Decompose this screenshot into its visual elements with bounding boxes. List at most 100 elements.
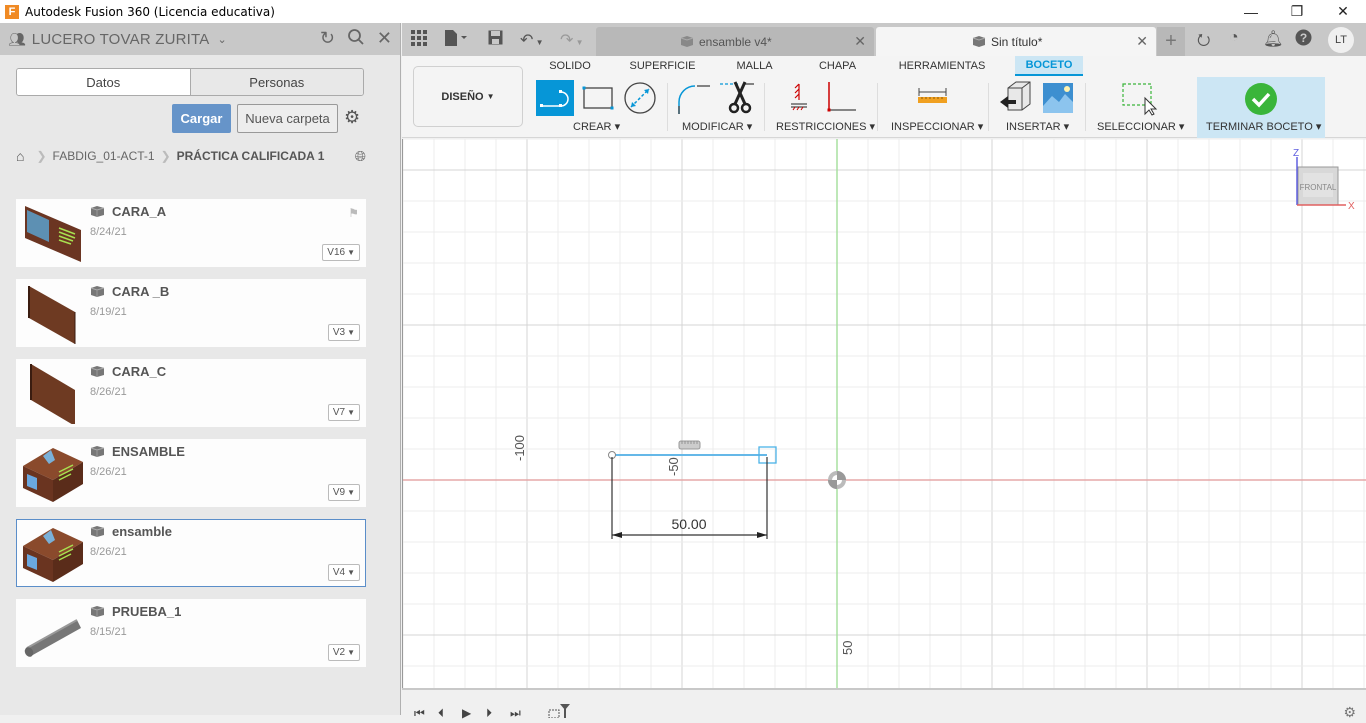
timeline-sketch-feature-icon[interactable]	[548, 704, 572, 723]
dimension-value[interactable]: 50.00	[671, 516, 706, 532]
save-icon[interactable]	[488, 30, 503, 50]
app-grid-icon[interactable]	[411, 30, 427, 51]
file-item[interactable]: ensamble 8/26/21 V4 ▼	[16, 519, 366, 587]
group-modificar[interactable]: MODIFICAR ▾	[682, 120, 752, 133]
search-icon[interactable]	[347, 28, 365, 51]
finish-sketch-icon-button[interactable]	[1242, 81, 1280, 117]
rectangle-tool-button[interactable]	[579, 80, 617, 116]
file-thumbnail[interactable]	[19, 282, 85, 344]
ribbon-tab-solido[interactable]: SOLIDO	[540, 56, 600, 76]
file-thumbnail[interactable]	[19, 442, 85, 504]
select-tool-button[interactable]	[1120, 80, 1158, 116]
tab-label: Sin título*	[991, 34, 1043, 49]
file-menu-icon[interactable]	[444, 30, 468, 51]
fillet-tool-button[interactable]	[676, 80, 714, 116]
group-crear[interactable]: CREAR ▾	[573, 120, 620, 133]
chevron-down-icon[interactable]: ⌄	[218, 33, 227, 46]
redo-icon[interactable]: ↷ ▼	[560, 30, 584, 50]
timeline-settings-gear-icon[interactable]: ⚙	[1343, 704, 1356, 721]
job-status-clock-icon[interactable]: ◔	[1229, 29, 1239, 47]
trim-tool-button[interactable]	[718, 80, 756, 116]
horizontal-constraint-glyph-icon[interactable]	[678, 440, 701, 450]
timeline-next-button[interactable]: ⏵	[486, 706, 492, 721]
group-terminar-boceto[interactable]: TERMINAR BOCETO ▾	[1206, 120, 1321, 133]
workspace-selector[interactable]: DISEÑO ▼	[413, 66, 523, 127]
group-restricciones[interactable]: RESTRICCIONES ▾	[776, 120, 875, 133]
file-thumbnail[interactable]	[19, 602, 85, 664]
file-item[interactable]: PRUEBA_1 8/15/21 V2 ▼	[16, 599, 366, 667]
measure-tool-button[interactable]	[914, 80, 952, 116]
sketch-canvas[interactable]: -100 -50 50 50.00 FRONTAL Z X	[402, 139, 1366, 688]
refresh-icon[interactable]: ↻	[320, 28, 335, 51]
timeline-play-button[interactable]: ▶	[462, 706, 471, 720]
file-item[interactable]: CARA_A 8/24/21 ⚑ V16 ▼	[16, 199, 366, 267]
upload-button[interactable]: Cargar	[172, 104, 231, 133]
notifications-bell-icon[interactable]: 🔔︎	[1263, 29, 1283, 49]
file-name[interactable]: CARA _B	[112, 284, 169, 299]
rectangle-icon	[582, 86, 614, 110]
file-item[interactable]: CARA _B 8/19/21 V3 ▼	[16, 279, 366, 347]
user-team-selector[interactable]: LUCERO TOVAR ZURITA	[32, 31, 210, 48]
gear-icon[interactable]: ⚙	[344, 107, 360, 128]
timeline-last-button[interactable]: ⏭	[510, 706, 521, 721]
restore-button[interactable]: ❐	[1274, 0, 1320, 23]
close-tab-icon[interactable]: ✕	[854, 33, 866, 50]
file-name[interactable]: CARA_A	[112, 204, 166, 219]
undo-icon[interactable]: ↶ ▼	[520, 30, 544, 50]
help-icon[interactable]: ?	[1295, 29, 1312, 51]
ribbon-tab-boceto[interactable]: BOCETO	[1015, 56, 1083, 76]
breadcrumb-project[interactable]: FABDIG_01-ACT-1	[53, 149, 155, 163]
file-thumbnail[interactable]	[19, 202, 85, 264]
ribbon-tab-chapa[interactable]: CHAPA	[810, 56, 865, 76]
new-folder-button[interactable]: Nueva carpeta	[237, 104, 338, 133]
file-name[interactable]: ensamble	[112, 524, 172, 539]
version-dropdown[interactable]: V7 ▼	[327, 404, 360, 421]
ribbon-tab-malla[interactable]: MALLA	[727, 56, 782, 76]
ribbon-tab-superficie[interactable]: SUPERFICIE	[630, 56, 696, 76]
ribbon-tab-herramientas[interactable]: HERRAMIENTAS	[897, 56, 987, 76]
image-icon	[1043, 83, 1073, 113]
group-insertar[interactable]: INSERTAR ▾	[1006, 120, 1069, 133]
horizontal-vertical-constraint-button[interactable]	[780, 80, 818, 116]
flag-icon[interactable]: ⚑	[348, 206, 359, 220]
insert-derive-button[interactable]	[998, 80, 1036, 116]
file-item[interactable]: CARA_C 8/26/21 V7 ▼	[16, 359, 366, 427]
file-name[interactable]: ENSAMBLE	[112, 444, 185, 459]
viewcube-face-label[interactable]: FRONTAL	[1300, 183, 1337, 192]
visibility-globe-icon[interactable]: 🌐︎	[355, 148, 366, 165]
version-dropdown[interactable]: V9 ▼	[327, 484, 360, 501]
tab-personas[interactable]: Personas	[190, 69, 363, 95]
version-dropdown[interactable]: V16 ▼	[322, 244, 360, 261]
version-dropdown[interactable]: V4 ▼	[327, 564, 360, 581]
new-tab-button[interactable]: +	[1157, 27, 1185, 56]
group-seleccionar[interactable]: SELECCIONAR ▾	[1097, 120, 1184, 133]
document-tab-sin-titulo[interactable]: Sin título* ✕	[876, 27, 1156, 56]
close-panel-icon[interactable]: ✕	[377, 28, 392, 51]
version-dropdown[interactable]: V3 ▼	[327, 324, 360, 341]
component-cube-icon	[680, 36, 694, 47]
extensions-icon[interactable]: ⭮	[1197, 29, 1210, 56]
sketch-grid[interactable]: -100 -50 50 50.00	[403, 139, 1366, 688]
tab-datos[interactable]: Datos	[17, 69, 191, 95]
timeline-first-button[interactable]: ⏮	[414, 706, 425, 721]
group-inspeccionar[interactable]: INSPECCIONAR ▾	[891, 120, 983, 133]
close-window-button[interactable]: ✕	[1320, 0, 1366, 23]
file-thumbnail[interactable]	[19, 522, 85, 584]
user-avatar[interactable]: LT	[1328, 27, 1354, 53]
timeline-previous-button[interactable]: ⏴	[438, 706, 444, 721]
line-tool-button[interactable]	[536, 80, 574, 116]
version-dropdown[interactable]: V2 ▼	[327, 644, 360, 661]
file-name[interactable]: PRUEBA_1	[112, 604, 181, 619]
minimize-button[interactable]: —	[1228, 0, 1274, 23]
document-tab-ensamble[interactable]: ensamble v4* ✕	[596, 27, 874, 56]
file-item[interactable]: ENSAMBLE 8/26/21 V9 ▼	[16, 439, 366, 507]
file-thumbnail[interactable]	[19, 362, 85, 426]
close-tab-icon[interactable]: ✕	[1136, 33, 1148, 50]
insert-canvas-button[interactable]	[1040, 80, 1078, 116]
file-name[interactable]: CARA_C	[112, 364, 166, 379]
home-icon[interactable]: ⌂	[16, 148, 24, 164]
perpendicular-constraint-button[interactable]	[822, 80, 860, 116]
origin-point-icon[interactable]	[828, 471, 846, 489]
viewcube[interactable]: FRONTAL Z X	[1290, 147, 1360, 213]
circle-tool-button[interactable]	[621, 80, 659, 116]
